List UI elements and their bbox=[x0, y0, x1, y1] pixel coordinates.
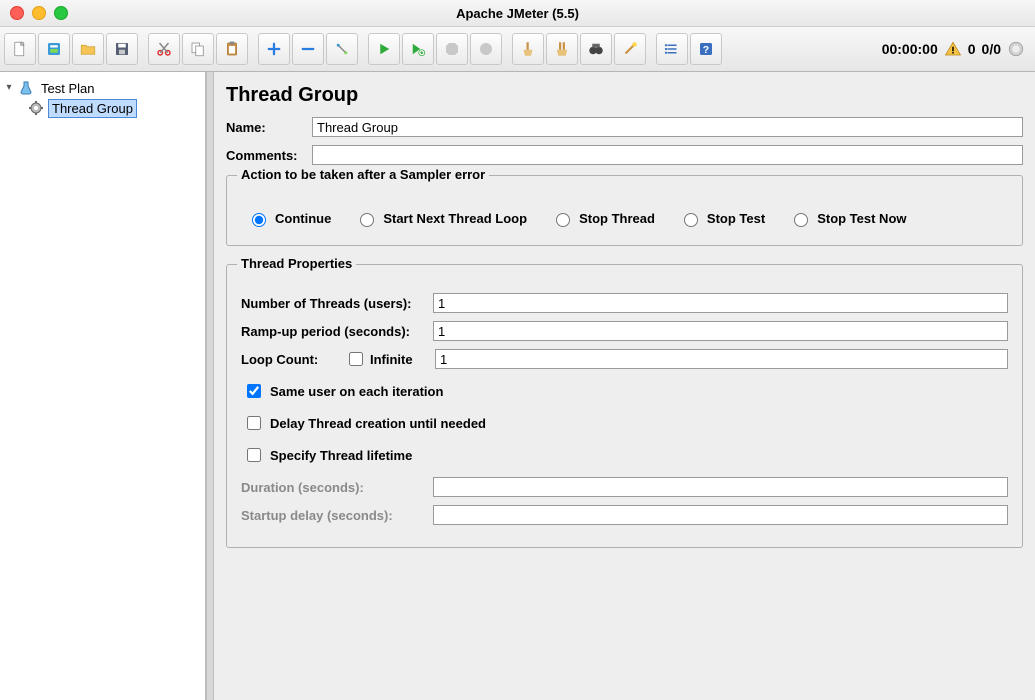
warning-icon[interactable] bbox=[944, 40, 962, 58]
file-new-icon bbox=[11, 40, 29, 58]
num-threads-label: Number of Threads (users): bbox=[241, 296, 425, 311]
beaker-icon bbox=[18, 80, 34, 96]
duration-label: Duration (seconds): bbox=[241, 480, 425, 495]
specify-lifetime-label: Specify Thread lifetime bbox=[270, 448, 412, 463]
thread-props-group: Thread Properties Number of Threads (use… bbox=[226, 264, 1023, 548]
toolbar-start-button[interactable] bbox=[368, 33, 400, 65]
thread-counter: 0/0 bbox=[982, 41, 1001, 57]
radio-stop-thread-input[interactable] bbox=[556, 213, 570, 227]
tree-expand-icon[interactable]: ▾ bbox=[4, 83, 14, 93]
toolbar-expand-button[interactable] bbox=[258, 33, 290, 65]
pane-splitter[interactable] bbox=[206, 72, 214, 700]
toolbar-clear-all-button[interactable] bbox=[546, 33, 578, 65]
radio-stop-test[interactable]: Stop Test bbox=[679, 210, 765, 227]
thread-props-title: Thread Properties bbox=[237, 256, 356, 271]
loop-count-label: Loop Count: bbox=[241, 352, 335, 367]
gear-icon bbox=[28, 100, 44, 116]
radio-stop-test-now-input[interactable] bbox=[794, 213, 808, 227]
scissors-icon bbox=[155, 40, 173, 58]
toggle-icon bbox=[333, 40, 351, 58]
toolbar-save-button[interactable] bbox=[106, 33, 138, 65]
loop-count-input[interactable] bbox=[435, 349, 1008, 369]
name-input[interactable] bbox=[312, 117, 1023, 137]
ramp-up-label: Ramp-up period (seconds): bbox=[241, 324, 425, 339]
stop-icon bbox=[443, 40, 461, 58]
toolbar-start-no-pause-button[interactable] bbox=[402, 33, 434, 65]
radio-stop-test-now[interactable]: Stop Test Now bbox=[789, 210, 906, 227]
toolbar-toggle-button[interactable] bbox=[326, 33, 358, 65]
help-icon: ? bbox=[697, 40, 715, 58]
toolbar-open-button[interactable] bbox=[72, 33, 104, 65]
elapsed-time: 00:00:00 bbox=[882, 41, 938, 57]
templates-icon bbox=[45, 40, 63, 58]
toolbar-paste-button[interactable] bbox=[216, 33, 248, 65]
save-icon bbox=[113, 40, 131, 58]
tree-node-thread-group[interactable]: Thread Group bbox=[0, 98, 205, 118]
radio-continue[interactable]: Continue bbox=[247, 210, 331, 227]
radio-start-next-input[interactable] bbox=[360, 213, 374, 227]
toolbar: ? 00:00:00 0 0/0 bbox=[0, 27, 1035, 72]
clipboard-icon bbox=[223, 40, 241, 58]
broom-icon bbox=[519, 40, 537, 58]
broom-all-icon bbox=[553, 40, 571, 58]
startup-delay-input bbox=[433, 505, 1008, 525]
comments-label: Comments: bbox=[226, 148, 304, 163]
startup-delay-label: Startup delay (seconds): bbox=[241, 508, 425, 523]
error-action-title: Action to be taken after a Sampler error bbox=[237, 167, 489, 182]
comments-input[interactable] bbox=[312, 145, 1023, 165]
copy-icon bbox=[189, 40, 207, 58]
toolbar-help-button[interactable]: ? bbox=[690, 33, 722, 65]
svg-text:?: ? bbox=[703, 44, 709, 56]
content-pane: Thread Group Name: Comments: Action to b… bbox=[214, 72, 1035, 700]
minus-icon bbox=[299, 40, 317, 58]
toolbar-new-button[interactable] bbox=[4, 33, 36, 65]
error-action-group: Action to be taken after a Sampler error… bbox=[226, 175, 1023, 246]
status-area: 00:00:00 0 0/0 bbox=[882, 40, 1031, 58]
toolbar-cut-button[interactable] bbox=[148, 33, 180, 65]
ramp-up-input[interactable] bbox=[433, 321, 1008, 341]
titlebar: Apache JMeter (5.5) bbox=[0, 0, 1035, 27]
radio-continue-input[interactable] bbox=[252, 213, 266, 227]
toolbar-clear-button[interactable] bbox=[512, 33, 544, 65]
tree-label-test-plan: Test Plan bbox=[38, 80, 97, 97]
toolbar-function-helper-button[interactable] bbox=[614, 33, 646, 65]
duration-input bbox=[433, 477, 1008, 497]
radio-stop-thread[interactable]: Stop Thread bbox=[551, 210, 655, 227]
warning-count: 0 bbox=[968, 41, 976, 57]
delay-creation-label: Delay Thread creation until needed bbox=[270, 416, 486, 431]
shutdown-icon bbox=[477, 40, 495, 58]
name-label: Name: bbox=[226, 120, 304, 135]
toolbar-search-button[interactable] bbox=[580, 33, 612, 65]
toolbar-options-button[interactable] bbox=[656, 33, 688, 65]
same-user-checkbox[interactable] bbox=[247, 384, 261, 398]
toolbar-templates-button[interactable] bbox=[38, 33, 70, 65]
same-user-label: Same user on each iteration bbox=[270, 384, 443, 399]
infinite-label: Infinite bbox=[370, 352, 413, 367]
specify-lifetime-checkbox[interactable] bbox=[247, 448, 261, 462]
infinite-checkbox[interactable] bbox=[349, 352, 363, 366]
page-title: Thread Group bbox=[226, 84, 1023, 107]
num-threads-input[interactable] bbox=[433, 293, 1008, 313]
toolbar-stop-button[interactable] bbox=[436, 33, 468, 65]
delay-creation-checkbox[interactable] bbox=[247, 416, 261, 430]
wand-icon bbox=[621, 40, 639, 58]
tree-pane[interactable]: ▾ Test Plan Thread Group bbox=[0, 72, 206, 700]
toolbar-copy-button[interactable] bbox=[182, 33, 214, 65]
list-icon bbox=[663, 40, 681, 58]
window-title: Apache JMeter (5.5) bbox=[0, 6, 1035, 21]
folder-open-icon bbox=[79, 40, 97, 58]
radio-stop-test-input[interactable] bbox=[684, 213, 698, 227]
binoculars-icon bbox=[587, 40, 605, 58]
toolbar-collapse-button[interactable] bbox=[292, 33, 324, 65]
radio-start-next[interactable]: Start Next Thread Loop bbox=[355, 210, 527, 227]
play-plus-icon bbox=[409, 40, 427, 58]
tree-node-test-plan[interactable]: ▾ Test Plan bbox=[0, 78, 205, 98]
plus-icon bbox=[265, 40, 283, 58]
toolbar-shutdown-button[interactable] bbox=[470, 33, 502, 65]
play-icon bbox=[375, 40, 393, 58]
status-indicator-icon bbox=[1007, 40, 1025, 58]
tree-label-thread-group: Thread Group bbox=[48, 99, 137, 118]
